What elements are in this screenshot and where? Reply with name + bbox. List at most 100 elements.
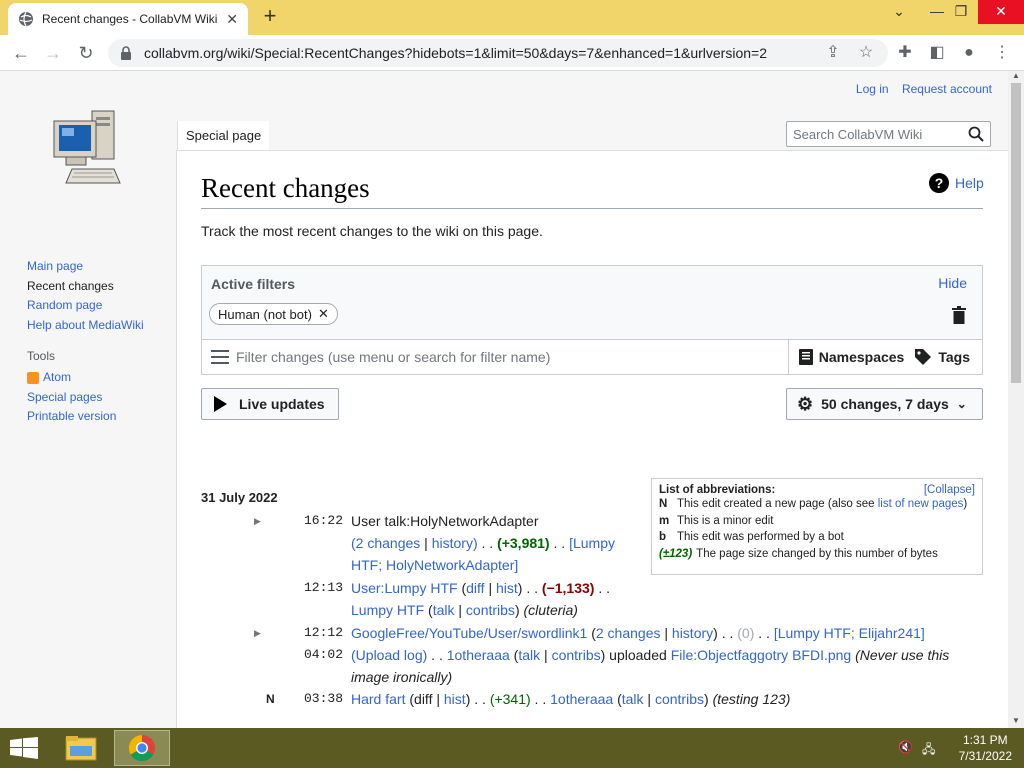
collapse-link[interactable]: [Collapse]	[924, 484, 975, 496]
legend-row: m This is a minor edit	[659, 514, 774, 527]
gear-icon: ⚙	[797, 393, 814, 414]
abbreviations-legend: List of abbreviations: [Collapse] N This…	[651, 478, 983, 575]
new-tab-icon[interactable]: +	[258, 5, 282, 29]
tools-heading: Tools	[27, 349, 56, 363]
new-page-flag: N	[266, 692, 275, 706]
legend-row: b This edit was performed by a bot	[659, 531, 844, 543]
play-icon	[214, 396, 227, 412]
chevron-down-icon: ⌄	[956, 397, 967, 411]
sidebar-item-main-page[interactable]: Main page	[27, 257, 144, 277]
legend-row: (±123) The page size changed by this num…	[659, 547, 938, 560]
title-divider	[201, 208, 983, 209]
search-input[interactable]: Search CollabVM Wiki	[786, 121, 991, 147]
file-explorer-icon[interactable]	[53, 730, 109, 766]
clock[interactable]: 1:31 PM 7/31/2022	[959, 732, 1012, 764]
page-title-link[interactable]: GoogleFree/YouTube/User/swordlink1	[351, 625, 587, 641]
atom-label: Atom	[43, 370, 72, 384]
sidebar-item-printable[interactable]: Printable version	[27, 407, 144, 427]
tab-title: Recent changes - CollabVM Wiki	[42, 12, 218, 26]
volume-muted-icon[interactable]: 🔇	[898, 740, 914, 756]
page-title-link[interactable]: User talk:HolyNetworkAdapter	[351, 513, 539, 529]
browser-tab[interactable]: Recent changes - CollabVM Wiki ✕	[8, 3, 248, 35]
limit-dropdown[interactable]: ⚙ 50 changes, 7 days ⌄	[786, 388, 983, 420]
globe-icon	[19, 11, 33, 27]
filter-chip-label: Human (not bot)	[218, 306, 312, 322]
sidebar-item-recent-changes[interactable]: Recent changes	[27, 277, 144, 297]
active-filters-heading: Active filters	[211, 276, 296, 292]
scrollbar-thumb[interactable]	[1011, 83, 1021, 383]
side-panel-icon[interactable]: ◧	[925, 41, 949, 65]
request-account-link[interactable]: Request account	[902, 82, 992, 96]
scroll-up-icon[interactable]: ▲	[1008, 71, 1024, 83]
webpage: Log in Request account Main page Recent …	[0, 71, 1008, 728]
search-icon[interactable]	[968, 126, 984, 142]
namespaces-label: Namespaces	[818, 349, 905, 365]
windows-start-icon[interactable]	[10, 737, 38, 759]
tab-close-icon[interactable]: ✕	[226, 11, 238, 28]
filter-search-bar: Filter changes (use menu or search for f…	[202, 339, 982, 375]
back-icon[interactable]: ←	[9, 41, 33, 65]
expand-arrow-icon[interactable]: ▶	[254, 622, 261, 644]
live-updates-label: Live updates	[239, 396, 325, 412]
help-label[interactable]: Help	[955, 175, 984, 191]
tags-button[interactable]: Tags	[914, 348, 982, 366]
live-updates-button[interactable]: Live updates	[201, 388, 339, 420]
namespaces-button[interactable]: Namespaces	[787, 339, 915, 375]
page-title: Recent changes	[201, 173, 370, 203]
page-title-link[interactable]: Hard fart	[351, 691, 405, 707]
filter-chip-human[interactable]: Human (not bot) ✕	[209, 303, 338, 325]
tab-special-page[interactable]: Special page	[177, 121, 270, 151]
reload-icon[interactable]: ↻	[74, 41, 98, 65]
remove-filter-icon[interactable]: ✕	[318, 306, 329, 322]
site-logo[interactable]	[48, 107, 128, 197]
search-placeholder: Search CollabVM Wiki	[793, 126, 923, 142]
extensions-icon[interactable]: ✚	[893, 41, 917, 65]
main-content: Recent changes ? Help Track the most rec…	[176, 150, 1008, 728]
help-link[interactable]: ? Help	[929, 173, 984, 193]
page-title-link[interactable]: User:Lumpy HTF	[351, 580, 458, 596]
clock-date: 7/31/2022	[958, 749, 1012, 763]
menu-kebab-icon[interactable]: ⋮	[990, 41, 1014, 65]
address-bar: ← → ↻ collabvm.org/wiki/Special:RecentCh…	[0, 35, 1024, 71]
help-icon: ?	[929, 173, 949, 193]
profile-icon[interactable]: ●	[957, 41, 981, 65]
lock-icon	[121, 46, 131, 60]
url-text: collabvm.org/wiki/Special:RecentChanges?…	[144, 45, 767, 61]
network-icon[interactable]: 🖧	[922, 740, 938, 756]
day-heading: 31 July 2022	[201, 490, 278, 505]
limit-label: 50 changes, 7 days	[821, 396, 949, 412]
rss-feed-icon	[27, 371, 39, 384]
scroll-down-icon[interactable]: ▼	[1008, 716, 1024, 728]
tab-search-icon[interactable]: ⌄	[882, 0, 916, 24]
tag-icon	[915, 349, 932, 365]
sidebar-item-special-pages[interactable]: Special pages	[27, 388, 144, 408]
share-icon[interactable]: ⇪	[821, 41, 845, 65]
bookmark-star-icon[interactable]: ☆	[854, 41, 878, 65]
sidebar-item-help[interactable]: Help about MediaWiki	[27, 316, 144, 336]
new-pages-link[interactable]: list of new pages	[878, 498, 964, 510]
personal-links: Log in Request account	[846, 82, 992, 96]
restore-icon[interactable]: ❐	[944, 0, 978, 24]
sidebar-item-atom[interactable]: Atom	[27, 368, 144, 388]
page-scrollbar[interactable]: ▲ ▼	[1008, 71, 1024, 728]
page-description: Track the most recent changes to the wik…	[201, 223, 543, 239]
forward-icon[interactable]: →	[41, 41, 65, 65]
expand-arrow-icon[interactable]: ▶	[254, 510, 261, 532]
taskbar: 🔇 🖧 1:31 PM 7/31/2022	[0, 728, 1024, 768]
tags-label: Tags	[938, 349, 970, 365]
sidebar-item-random-page[interactable]: Random page	[27, 296, 144, 316]
login-link[interactable]: Log in	[856, 82, 889, 96]
active-filters-panel: Active filters Hide Human (not bot) ✕ Fi…	[201, 265, 983, 375]
hide-filters-link[interactable]: Hide	[938, 275, 967, 291]
url-field[interactable]: collabvm.org/wiki/Special:RecentChanges?…	[108, 39, 888, 67]
close-window-icon[interactable]: ✕	[978, 0, 1024, 24]
filter-input[interactable]: Filter changes (use menu or search for f…	[236, 349, 788, 365]
book-icon	[798, 349, 813, 365]
trash-icon[interactable]	[952, 306, 966, 324]
menu-icon[interactable]	[211, 350, 229, 364]
legend-row: N This edit created a new page (also see…	[659, 498, 968, 510]
sidebar: Main page Recent changes Random page Hel…	[27, 257, 144, 427]
browser-tabbar: Recent changes - CollabVM Wiki ✕ + ⌄ — ❐…	[0, 0, 1024, 35]
chrome-icon[interactable]	[114, 730, 170, 766]
clock-time: 1:31 PM	[962, 733, 1008, 747]
